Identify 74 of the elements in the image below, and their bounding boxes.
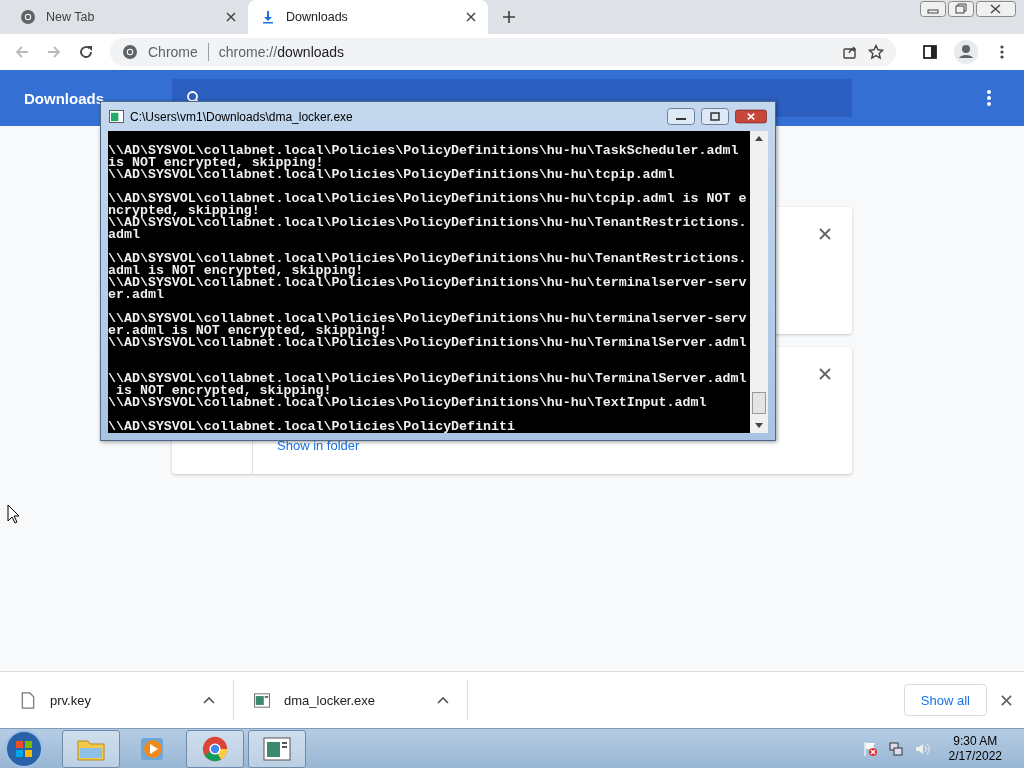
console-line: \\AD\SYSVOL\collabnet.local\Policies\PolicyDefinitions\hu-hu\terminalserver-serv bbox=[108, 313, 748, 325]
taskbar-app[interactable] bbox=[62, 729, 120, 768]
download-item[interactable]: dma_locker.exe bbox=[234, 680, 468, 720]
close-icon[interactable] bbox=[466, 12, 476, 22]
minimize-icon[interactable] bbox=[667, 108, 695, 125]
maximize-icon[interactable] bbox=[701, 108, 729, 125]
start-button[interactable] bbox=[4, 728, 44, 768]
window-title: C:\Users\vm1\Downloads\dma_locker.exe bbox=[130, 109, 353, 124]
console-icon bbox=[109, 110, 124, 123]
console-line: er.adml bbox=[108, 289, 164, 301]
console-line: \\AD\SYSVOL\collabnet.local\Policies\PolicyDefinitions\hu-hu\TaskScheduler.adml bbox=[108, 145, 740, 157]
share-icon[interactable] bbox=[842, 44, 858, 60]
restore-icon[interactable] bbox=[948, 1, 974, 17]
menu-icon[interactable] bbox=[986, 89, 992, 107]
console-icon bbox=[254, 691, 270, 709]
chevron-up-icon[interactable] bbox=[203, 696, 215, 704]
clock-date: 2/17/2022 bbox=[948, 748, 1002, 764]
scroll-thumb[interactable] bbox=[752, 392, 766, 414]
close-icon[interactable] bbox=[976, 1, 1016, 17]
chrome-icon bbox=[20, 9, 36, 25]
profile-icon[interactable] bbox=[954, 40, 978, 64]
close-icon[interactable] bbox=[819, 228, 831, 240]
page-title: Downloads bbox=[24, 89, 105, 107]
console-line: \\AD\SYSVOL\collabnet.local\Policies\PolicyDefinitions\hu-hu\terminalserver-serv bbox=[108, 277, 748, 289]
scrollbar[interactable] bbox=[750, 131, 768, 433]
show-all-button[interactable]: Show all bbox=[903, 684, 987, 716]
console-line: \\AD\SYSVOL\collabnet.local\Policies\PolicyDefinitions\hu-hu\TerminalServer.adml bbox=[108, 373, 748, 385]
reload-icon[interactable] bbox=[78, 44, 94, 60]
file-name: prv.key bbox=[50, 692, 92, 708]
console-line: adml bbox=[108, 229, 140, 241]
flag-icon[interactable] bbox=[861, 740, 878, 757]
console-line: \\AD\SYSVOL\collabnet.local\Policies\PolicyDefinitions\hu-hu\TerminalServer.adml bbox=[108, 337, 748, 349]
cursor-icon bbox=[7, 504, 20, 524]
download-icon bbox=[260, 9, 276, 25]
plus-icon[interactable] bbox=[502, 10, 516, 24]
file-name: dma_locker.exe bbox=[284, 692, 377, 708]
file-icon bbox=[20, 691, 36, 709]
console-line: adml is NOT encrypted, skipping! bbox=[108, 265, 364, 277]
close-icon[interactable] bbox=[819, 368, 831, 380]
close-icon[interactable] bbox=[226, 12, 236, 22]
console-line: is NOT encrypted, skipping! bbox=[115, 385, 332, 397]
console-line: \\AD\SYSVOL\collabnet.local\Policies\PolicyDefiniti bbox=[108, 421, 516, 433]
star-icon[interactable] bbox=[868, 44, 884, 60]
console-line: \\AD\SYSVOL\collabnet.local\Policies\PolicyDefinitions\hu-hu\tcpip.adml bbox=[108, 169, 676, 181]
scroll-up-icon[interactable] bbox=[755, 136, 763, 141]
network-icon[interactable] bbox=[887, 740, 904, 757]
show-in-folder-link[interactable]: Show in folder bbox=[277, 438, 360, 453]
tab-title: Downloads bbox=[286, 10, 349, 24]
site-label: Chrome bbox=[148, 44, 198, 60]
console-line: \\AD\SYSVOL\collabnet.local\Policies\PolicyDefinitions\hu-hu\TextInput.adml bbox=[108, 397, 708, 409]
close-icon[interactable] bbox=[1001, 694, 1012, 706]
chevron-up-icon[interactable] bbox=[437, 696, 449, 704]
console-line: \\AD\SYSVOL\collabnet.local\Policies\PolicyDefinitions\hu-hu\tcpip.adml is NOT e bbox=[108, 193, 748, 205]
browser-tab[interactable]: New Tab bbox=[8, 0, 248, 34]
address-bar[interactable]: Chrome chrome://downloads bbox=[110, 38, 896, 66]
clock[interactable]: 9:30 AM 2/17/2022 bbox=[948, 733, 1002, 764]
taskbar-app[interactable] bbox=[186, 729, 244, 768]
scroll-down-icon[interactable] bbox=[755, 423, 763, 428]
browser-tab[interactable]: Downloads bbox=[248, 0, 488, 34]
console-line: \\AD\SYSVOL\collabnet.local\Policies\PolicyDefinitions\hu-hu\TenantRestrictions. bbox=[108, 217, 748, 229]
chrome-icon bbox=[200, 734, 230, 763]
tab-title: New Tab bbox=[46, 10, 96, 24]
url-text: chrome://downloads bbox=[218, 44, 345, 60]
taskbar-app[interactable] bbox=[248, 729, 306, 768]
close-icon[interactable] bbox=[735, 108, 767, 125]
download-item[interactable]: prv.key bbox=[0, 680, 234, 720]
clock-time: 9:30 AM bbox=[953, 733, 998, 749]
chrome-icon bbox=[122, 44, 138, 60]
console-icon bbox=[262, 734, 292, 763]
console-line: is NOT encrypted, skipping! bbox=[108, 157, 324, 169]
console-line: er.adml is NOT encrypted, skipping! bbox=[108, 325, 388, 337]
console-line: \\AD\SYSVOL\collabnet.local\Policies\PolicyDefinitions\hu-hu\TenantRestrictions. bbox=[108, 253, 748, 265]
console-line: ncrypted, skipping! bbox=[108, 205, 260, 217]
side-panel-icon[interactable] bbox=[922, 44, 938, 60]
